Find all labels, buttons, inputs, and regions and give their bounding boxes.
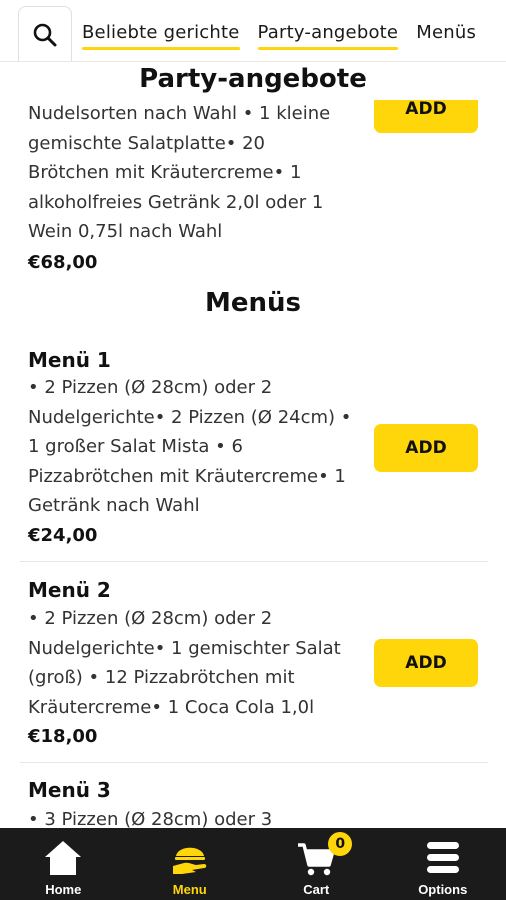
menu-hand-icon bbox=[170, 836, 210, 880]
tab-beliebte-gerichte[interactable]: Beliebte gerichte bbox=[82, 0, 240, 61]
nav-menu[interactable]: Menu bbox=[127, 828, 254, 900]
desc-line: Brötchen mit Kräutercreme• 1 bbox=[28, 162, 302, 183]
tab-label: Beliebte gerichte bbox=[82, 22, 240, 43]
desc-line: • 3 Pizzen (Ø 28cm) oder 3 bbox=[28, 809, 273, 828]
nav-home[interactable]: Home bbox=[0, 828, 127, 900]
search-button[interactable] bbox=[18, 6, 72, 61]
item-price: €18,00 bbox=[28, 726, 98, 747]
cart-count-badge: 0 bbox=[328, 832, 353, 856]
desc-line: Nudelgerichte• 1 gemischter Salat bbox=[28, 637, 341, 659]
desc-line: Pizzabrötchen mit Kräutercreme• 1 bbox=[28, 465, 346, 487]
menu-list[interactable]: Party-angebote Nudelsorten nach Wahl • 1… bbox=[0, 62, 506, 828]
desc-line: 1 großer Salat Mista • 6 bbox=[28, 436, 243, 457]
item-price: €68,00 bbox=[28, 252, 98, 273]
bottom-navigation: Home Menu 0 Cart Options bbox=[0, 828, 506, 900]
item-price: €24,00 bbox=[28, 525, 98, 546]
desc-line: (groß) • 12 Pizzabrötchen mit bbox=[28, 667, 295, 688]
desc-line: gemischte Salatplatte• 20 bbox=[28, 132, 266, 154]
nav-cart[interactable]: 0 Cart bbox=[253, 828, 380, 900]
nav-label: Options bbox=[418, 882, 468, 897]
item-name: Menü 3 bbox=[28, 778, 111, 802]
item-description: • 2 Pizzen (Ø 28cm) oder 2 Nudelgerichte… bbox=[28, 373, 368, 521]
tab-underline bbox=[257, 47, 399, 50]
home-icon bbox=[43, 836, 83, 880]
nav-options[interactable]: Options bbox=[380, 828, 506, 900]
tab-party-angebote[interactable]: Party-angebote bbox=[257, 0, 399, 61]
desc-line: • 2 Pizzen (Ø 28cm) oder 2 bbox=[28, 608, 273, 629]
desc-line: Getränk nach Wahl bbox=[28, 495, 200, 516]
add-button[interactable]: ADD bbox=[374, 639, 478, 687]
category-bar: Beliebte gerichte Party-angebote Menüs bbox=[0, 0, 506, 62]
divider bbox=[20, 762, 488, 763]
nav-label: Menu bbox=[172, 882, 207, 897]
tab-label: Party-angebote bbox=[257, 22, 399, 43]
item-name: Menü 2 bbox=[28, 578, 111, 602]
desc-line: • 2 Pizzen (Ø 28cm) oder 2 bbox=[28, 377, 273, 398]
item-description: Nudelsorten nach Wahl • 1 kleine gemisch… bbox=[28, 100, 368, 247]
nav-label: Home bbox=[45, 882, 82, 897]
desc-line: Nudelgerichte• 2 Pizzen (Ø 24cm) • bbox=[28, 406, 352, 428]
add-button[interactable]: ADD bbox=[374, 100, 478, 133]
tab-menus[interactable]: Menüs bbox=[416, 0, 477, 61]
section-title-party: Party-angebote bbox=[139, 64, 367, 94]
item-description: • 2 Pizzen (Ø 28cm) oder 2 Nudelgerichte… bbox=[28, 604, 368, 722]
desc-line: Wein 0,75l nach Wahl bbox=[28, 221, 223, 242]
desc-line: Kräutercreme• 1 Coca Cola 1,0l bbox=[28, 696, 315, 718]
nav-label: Cart bbox=[303, 882, 330, 897]
divider bbox=[20, 561, 488, 562]
add-button[interactable]: ADD bbox=[374, 424, 478, 472]
tab-underline bbox=[82, 47, 240, 50]
cart-icon: 0 bbox=[296, 832, 353, 880]
item-description: • 3 Pizzen (Ø 28cm) oder 3 bbox=[28, 805, 368, 828]
tab-label: Menüs bbox=[416, 22, 477, 43]
item-name: Menü 1 bbox=[28, 348, 111, 372]
desc-line: alkoholfreies Getränk 2,0l oder 1 bbox=[28, 191, 324, 213]
search-icon bbox=[33, 23, 57, 46]
hamburger-icon bbox=[423, 836, 463, 880]
desc-line: Nudelsorten nach Wahl • 1 kleine bbox=[28, 103, 331, 124]
category-tabs: Beliebte gerichte Party-angebote Menüs bbox=[82, 0, 494, 61]
section-title-menus: Menüs bbox=[204, 288, 301, 318]
